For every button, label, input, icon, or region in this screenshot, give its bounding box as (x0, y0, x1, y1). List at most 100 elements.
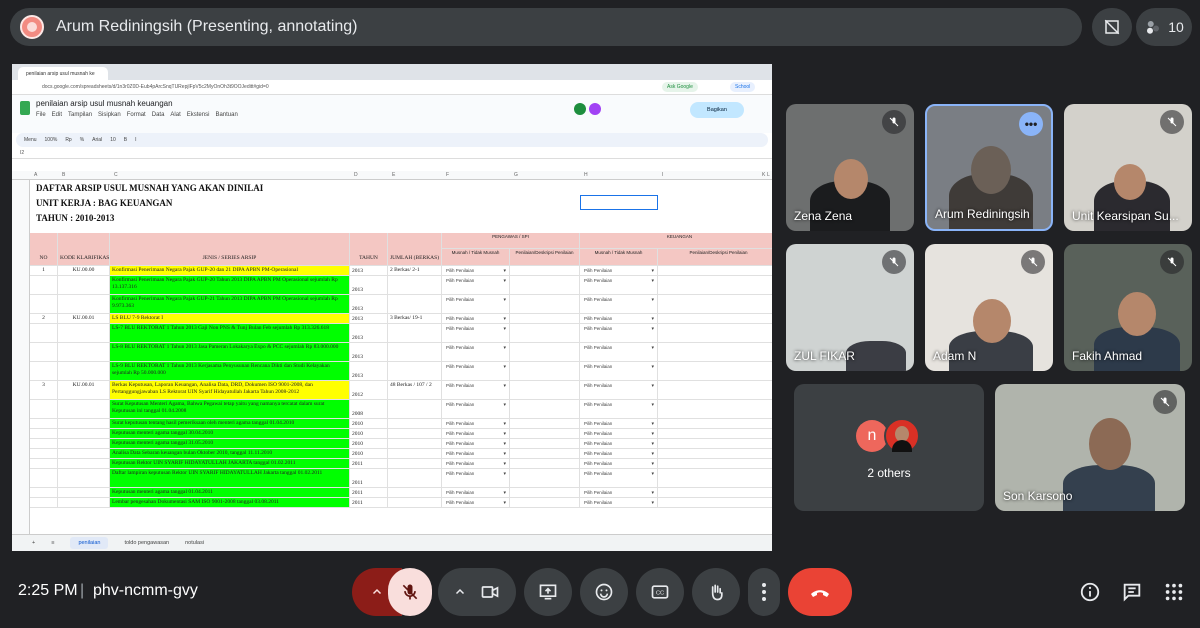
cell-tahun[interactable]: 2011 (350, 488, 388, 498)
currency-button[interactable]: Rp (65, 137, 71, 143)
cell-no[interactable] (30, 429, 58, 439)
assessment-dropdown[interactable]: Pilih Penilaian (446, 441, 506, 447)
assessment-dropdown[interactable]: Pilih Penilaian (446, 278, 506, 284)
cell-deskripsi-1[interactable] (510, 276, 580, 295)
column-letter[interactable]: F (446, 172, 449, 178)
cell-no[interactable]: 1 (30, 266, 58, 276)
cell-deskripsi-1[interactable] (510, 419, 580, 429)
column-letter[interactable]: I (662, 172, 663, 178)
cell-jenis[interactable]: Keputusan menteri agama tanggal 30.04.20… (110, 429, 350, 439)
cell-no[interactable] (30, 459, 58, 469)
assessment-dropdown[interactable]: Pilih Penilaian (584, 383, 654, 389)
cell-jenis[interactable]: Konfirmasi Penerimaan Negara Pajak GUP-2… (110, 295, 350, 314)
cell-deskripsi-2[interactable] (658, 295, 772, 314)
cell-deskripsi-1[interactable] (510, 498, 580, 508)
cell-kode[interactable] (58, 488, 110, 498)
assessment-dropdown[interactable]: Pilih Penilaian (446, 297, 506, 303)
cell-deskripsi-2[interactable] (658, 429, 772, 439)
menu-tools[interactable]: Alat (170, 112, 180, 118)
cell-tahun[interactable]: 2010 (350, 449, 388, 459)
cell-deskripsi-1[interactable] (510, 295, 580, 314)
cell-jenis[interactable]: Keputusan Rektor UIN SYARIF HIDAYATULLAH… (110, 459, 350, 469)
column-letter[interactable]: H (584, 172, 588, 178)
assessment-dropdown[interactable]: Pilih Penilaian (584, 268, 654, 274)
cell-jumlah[interactable] (388, 419, 442, 429)
assessment-dropdown[interactable]: Pilih Penilaian (584, 490, 654, 496)
cell-jenis[interactable]: LS-9 BLU REKTORAT 1 Tahun 2013 Kerjasama… (110, 362, 350, 381)
cell-deskripsi-1[interactable] (510, 429, 580, 439)
cell-jumlah[interactable] (388, 295, 442, 314)
meeting-details-button[interactable] (1074, 576, 1106, 608)
cell-deskripsi-1[interactable] (510, 324, 580, 343)
cell-reference[interactable]: I2 (20, 150, 24, 156)
cell-no[interactable] (30, 488, 58, 498)
assessment-dropdown[interactable]: Pilih Penilaian (446, 326, 506, 332)
sheet-heading-year[interactable]: TAHUN : 2010-2013 (34, 212, 350, 226)
cell-jenis[interactable]: Surat keputusan tentang hasil pemeriksaa… (110, 419, 350, 429)
column-letter[interactable]: C (114, 172, 118, 178)
more-options-button[interactable] (748, 568, 780, 616)
cell-jumlah[interactable] (388, 488, 442, 498)
cell-deskripsi-2[interactable] (658, 314, 772, 324)
cell-tahun[interactable]: 2011 (350, 498, 388, 508)
browser-tab[interactable]: penilaian arsip usul musnah ke (18, 67, 108, 80)
camera-off-indicator[interactable] (1092, 8, 1132, 46)
raise-hand-button[interactable] (692, 568, 740, 616)
cell-deskripsi-2[interactable] (658, 324, 772, 343)
cell-deskripsi-2[interactable] (658, 498, 772, 508)
cell-tahun[interactable]: 2013 (350, 276, 388, 295)
captions-button[interactable]: CC (636, 568, 684, 616)
others-tile[interactable]: n 2 others (794, 384, 984, 511)
header-musnah-2[interactable]: Musnah / Tidak Musnah (580, 249, 658, 266)
add-sheet-icon[interactable]: + (32, 540, 35, 546)
sheet-tab-penilaian[interactable]: penilaian (70, 537, 109, 549)
font-size-input[interactable]: 10 (110, 137, 116, 143)
menu-extensions[interactable]: Ekstensi (187, 112, 210, 118)
cell-deskripsi-2[interactable] (658, 469, 772, 488)
cell-deskripsi-1[interactable] (510, 343, 580, 362)
participant-tile-active[interactable]: ••• Arum Rediningsih (925, 104, 1053, 231)
assessment-dropdown[interactable]: Pilih Penilaian (584, 451, 654, 457)
cell-tahun[interactable]: 2012 (350, 381, 388, 400)
cell-tahun[interactable]: 2013 (350, 362, 388, 381)
assessment-dropdown[interactable]: Pilih Penilaian (584, 345, 654, 351)
cell-jumlah[interactable] (388, 449, 442, 459)
menu-insert[interactable]: Sisipkan (98, 112, 121, 118)
cell-tahun[interactable]: 2013 (350, 324, 388, 343)
percent-button[interactable]: % (80, 137, 84, 143)
cell-tahun[interactable]: 2010 (350, 429, 388, 439)
menu-file[interactable]: File (36, 112, 46, 118)
cell-jenis[interactable]: Berkas Keputusan, Laporan Keuangan, Anal… (110, 381, 350, 400)
assessment-dropdown[interactable]: Pilih Penilaian (446, 364, 506, 370)
column-letter[interactable]: K (762, 172, 765, 178)
cell-deskripsi-1[interactable] (510, 400, 580, 419)
cell-kode[interactable] (58, 276, 110, 295)
assessment-dropdown[interactable]: Pilih Penilaian (446, 383, 506, 389)
spreadsheet-grid[interactable]: ABCDEFGHIJKL DAFTAR ARSIP USUL MUSNAH YA… (12, 171, 772, 534)
cell-deskripsi-1[interactable] (510, 449, 580, 459)
share-button[interactable]: Bagikan (690, 102, 744, 118)
header-pengawas[interactable]: PENGAWAS / SPI (442, 233, 580, 249)
more-options-icon[interactable]: ••• (1019, 112, 1043, 136)
cell-no[interactable] (30, 400, 58, 419)
assessment-dropdown[interactable]: Pilih Penilaian (446, 316, 506, 322)
assessment-dropdown[interactable]: Pilih Penilaian (584, 471, 654, 477)
cell-deskripsi-2[interactable] (658, 266, 772, 276)
cell-tahun[interactable]: 2008 (350, 400, 388, 419)
italic-button[interactable]: I (135, 137, 136, 143)
column-letter[interactable]: E (392, 172, 395, 178)
cell-deskripsi-2[interactable] (658, 362, 772, 381)
assessment-dropdown[interactable]: Pilih Penilaian (446, 402, 506, 408)
microphone-button[interactable] (388, 568, 432, 616)
sheet-tab-notulasi[interactable]: notulasi (185, 540, 204, 546)
header-deskripsi-2[interactable]: Penilaian/Deskripsi Penilaian (658, 249, 772, 266)
column-letter[interactable]: L (767, 172, 770, 178)
menu-view[interactable]: Tampilan (68, 112, 92, 118)
cell-deskripsi-1[interactable] (510, 314, 580, 324)
column-letter[interactable]: G (514, 172, 518, 178)
cell-jumlah[interactable] (388, 324, 442, 343)
leave-call-button[interactable] (788, 568, 852, 616)
camera-button[interactable] (438, 568, 516, 616)
column-letter[interactable]: B (62, 172, 65, 178)
menu-format[interactable]: Format (127, 112, 146, 118)
